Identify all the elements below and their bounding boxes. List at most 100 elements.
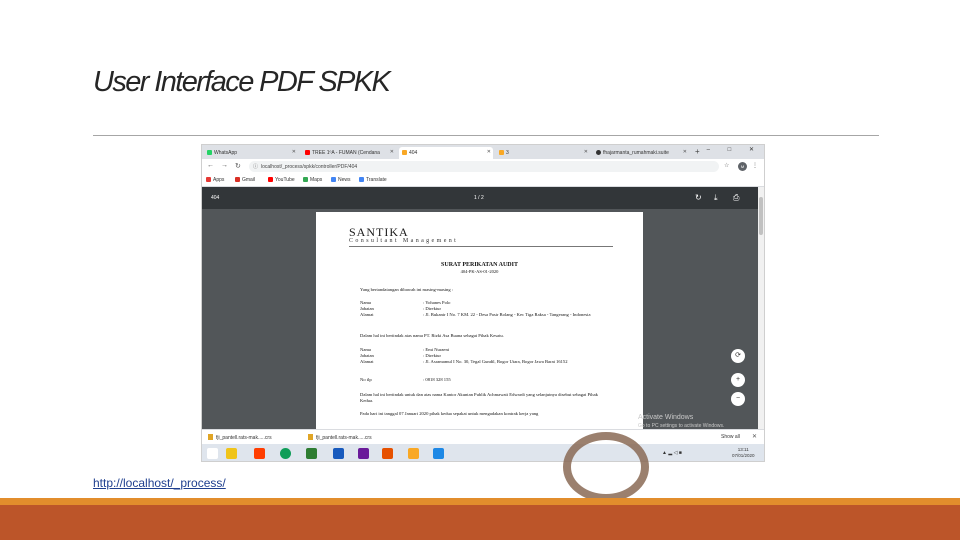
company-tagline: Consultant Management <box>349 238 459 244</box>
close-tab-icon[interactable]: ✕ <box>390 149 394 155</box>
word-icon[interactable] <box>333 448 344 459</box>
title-divider <box>93 135 879 136</box>
bookmarks-bar: Apps Gmail YouTube Maps News Translate <box>202 174 764 187</box>
field-value: : Jl. Asramamul I No. 30, Tegal Gundil, … <box>423 359 568 364</box>
tab-404[interactable]: 404 ✕ <box>399 147 493 159</box>
party2-note: Dalam hal ini bertindak untuk dan atas n… <box>360 392 598 403</box>
window-controls[interactable]: – □ ✕ <box>707 146 762 153</box>
document-icon <box>499 150 504 155</box>
tab-label: WhatsApp <box>214 150 238 156</box>
back-arrow-icon[interactable]: ← <box>207 162 214 169</box>
youtube-icon <box>268 177 273 182</box>
pdf-file-icon <box>308 434 313 440</box>
xampp-icon[interactable] <box>382 448 393 459</box>
localhost-link[interactable]: http://localhost/_process/ <box>93 476 226 490</box>
download-filename: fji_pantell.rats-mak.....crs <box>316 435 372 441</box>
system-tray[interactable]: ▲ ▂ ◁ ■ <box>662 450 682 456</box>
app-icon[interactable] <box>358 448 369 459</box>
url-field[interactable]: ⓘ localhost/_process/spkk/controller/PDF… <box>249 161 719 172</box>
close-tab-icon[interactable]: ✕ <box>584 149 588 155</box>
tab-label: 404 <box>409 150 418 156</box>
browser-screenshot: WhatsApp ✕ TREE 1ºA - FUMAN (Cendana ✕ 4… <box>201 144 765 462</box>
bookmark-label: YouTube <box>275 177 295 183</box>
sublime-icon[interactable] <box>408 448 419 459</box>
news-icon <box>331 177 336 182</box>
bookmark-gmail[interactable]: Gmail <box>235 177 255 183</box>
downloads-bar: fji_pantell.rats-mak.....crs fji_pantell… <box>202 429 764 444</box>
field-value: : Jl. Bukanir I No. 7 KM. 22 - Desa Pasi… <box>423 312 591 317</box>
close-tab-icon[interactable]: ✕ <box>683 149 687 155</box>
print-icon[interactable]: ⎙ <box>733 193 739 203</box>
document-title: SURAT PERIKATAN AUDIT <box>441 262 518 268</box>
bookmark-apps[interactable]: Apps <box>206 177 224 183</box>
new-tab-button[interactable]: + <box>695 147 700 156</box>
media-player-icon[interactable] <box>254 448 265 459</box>
pdf-page-indicator: 1 / 2 <box>474 195 484 201</box>
menu-icon[interactable]: ⋮ <box>752 162 758 169</box>
document-icon <box>402 150 407 155</box>
bookmark-label: News <box>338 177 351 183</box>
header-divider <box>349 246 613 247</box>
tab-3[interactable]: 3 ✕ <box>496 147 590 159</box>
tab-youtube[interactable]: TREE 1ºA - FUMAN (Cendana ✕ <box>302 147 396 159</box>
rotate-icon[interactable]: ↻ <box>695 193 702 202</box>
scrollbar-thumb[interactable] <box>759 197 763 235</box>
chrome-icon[interactable] <box>280 448 291 459</box>
slide-title: User Interface PDF SPKK <box>93 66 391 98</box>
scrollbar[interactable] <box>758 187 764 429</box>
close-tab-icon[interactable]: ✕ <box>487 149 491 155</box>
info-icon: ⓘ <box>253 164 259 170</box>
document-number: 404-PK-AS-01-2020 <box>460 269 499 274</box>
file-explorer-icon[interactable] <box>226 448 237 459</box>
app-icon[interactable] <box>433 448 444 459</box>
show-all-button[interactable]: Show all <box>721 434 740 440</box>
apps-icon <box>206 177 211 182</box>
start-icon[interactable] <box>207 448 218 459</box>
close-icon[interactable]: ✕ <box>752 433 757 440</box>
zoom-in-button[interactable]: + <box>731 373 745 387</box>
excel-icon[interactable] <box>306 448 317 459</box>
download-item[interactable]: fji_pantell.rats-mak.....crs <box>308 434 372 441</box>
bookmark-youtube[interactable]: YouTube <box>268 177 295 183</box>
url-text: localhost/_process/spkk/controller/PDF/4… <box>261 164 358 170</box>
intro-text: Yang bertandatangan dibawah ini masing-m… <box>360 287 454 292</box>
forward-arrow-icon[interactable]: → <box>221 162 228 169</box>
fit-page-button[interactable]: ⟳ <box>731 349 745 363</box>
activation-watermark: Activate Windows <box>638 414 694 421</box>
reload-icon[interactable]: ↻ <box>235 162 241 170</box>
bookmark-label: Gmail <box>242 177 256 183</box>
footer-bar <box>0 505 960 540</box>
zoom-out-button[interactable]: − <box>731 392 745 406</box>
download-icon[interactable]: ⤓ <box>714 193 718 203</box>
download-filename: fji_pantell.rats-mak.....crs <box>216 435 272 441</box>
field-label: No tlp <box>360 377 372 382</box>
download-item[interactable]: fji_pantell.rats-mak.....crs <box>208 434 272 441</box>
party1-note: Dalam hal ini bertindak atas nama PT. Ri… <box>360 333 504 338</box>
bookmark-label: Translate <box>366 177 387 183</box>
bookmark-news[interactable]: News <box>331 177 351 183</box>
field-label: Alamat <box>360 312 374 317</box>
tab-whatsapp[interactable]: WhatsApp ✕ <box>204 147 298 159</box>
windows-taskbar: ▲ ▂ ◁ ■ 13:11 07/01/2020 <box>202 444 764 461</box>
close-tab-icon[interactable]: ✕ <box>292 149 296 155</box>
tab-label: fhajarmanta_rumahmaki.suite <box>603 150 669 156</box>
maps-icon <box>303 177 308 182</box>
pdf-viewer[interactable]: SANTIKA Consultant Management SURAT PERI… <box>202 209 758 429</box>
pdf-toolbar: 404 1 / 2 ↻ ⤓ ⎙ <box>202 187 758 209</box>
bookmark-maps[interactable]: Maps <box>303 177 322 183</box>
pdf-file-icon <box>208 434 213 440</box>
avatar[interactable]: M <box>738 162 747 171</box>
tab-github[interactable]: fhajarmanta_rumahmaki.suite ✕ <box>593 147 689 159</box>
footer-accent-strip <box>0 498 960 505</box>
browser-tab-bar: WhatsApp ✕ TREE 1ºA - FUMAN (Cendana ✕ 4… <box>202 145 764 159</box>
tab-label: 3 <box>506 150 509 156</box>
whatsapp-icon <box>207 150 212 155</box>
address-bar: ← → ↻ ⓘ localhost/_process/spkk/controll… <box>202 159 764 174</box>
field-label: Alamat <box>360 359 374 364</box>
bookmark-translate[interactable]: Translate <box>359 177 387 183</box>
taskbar-clock[interactable]: 13:11 07/01/2020 <box>732 447 755 459</box>
closing-text: Pada hari ini tanggal 07 Januari 2020 pi… <box>360 411 539 416</box>
field-value: : 0818 328 155 <box>423 377 451 382</box>
star-icon[interactable]: ☆ <box>724 162 729 169</box>
pdf-page: SANTIKA Consultant Management SURAT PERI… <box>316 212 643 429</box>
